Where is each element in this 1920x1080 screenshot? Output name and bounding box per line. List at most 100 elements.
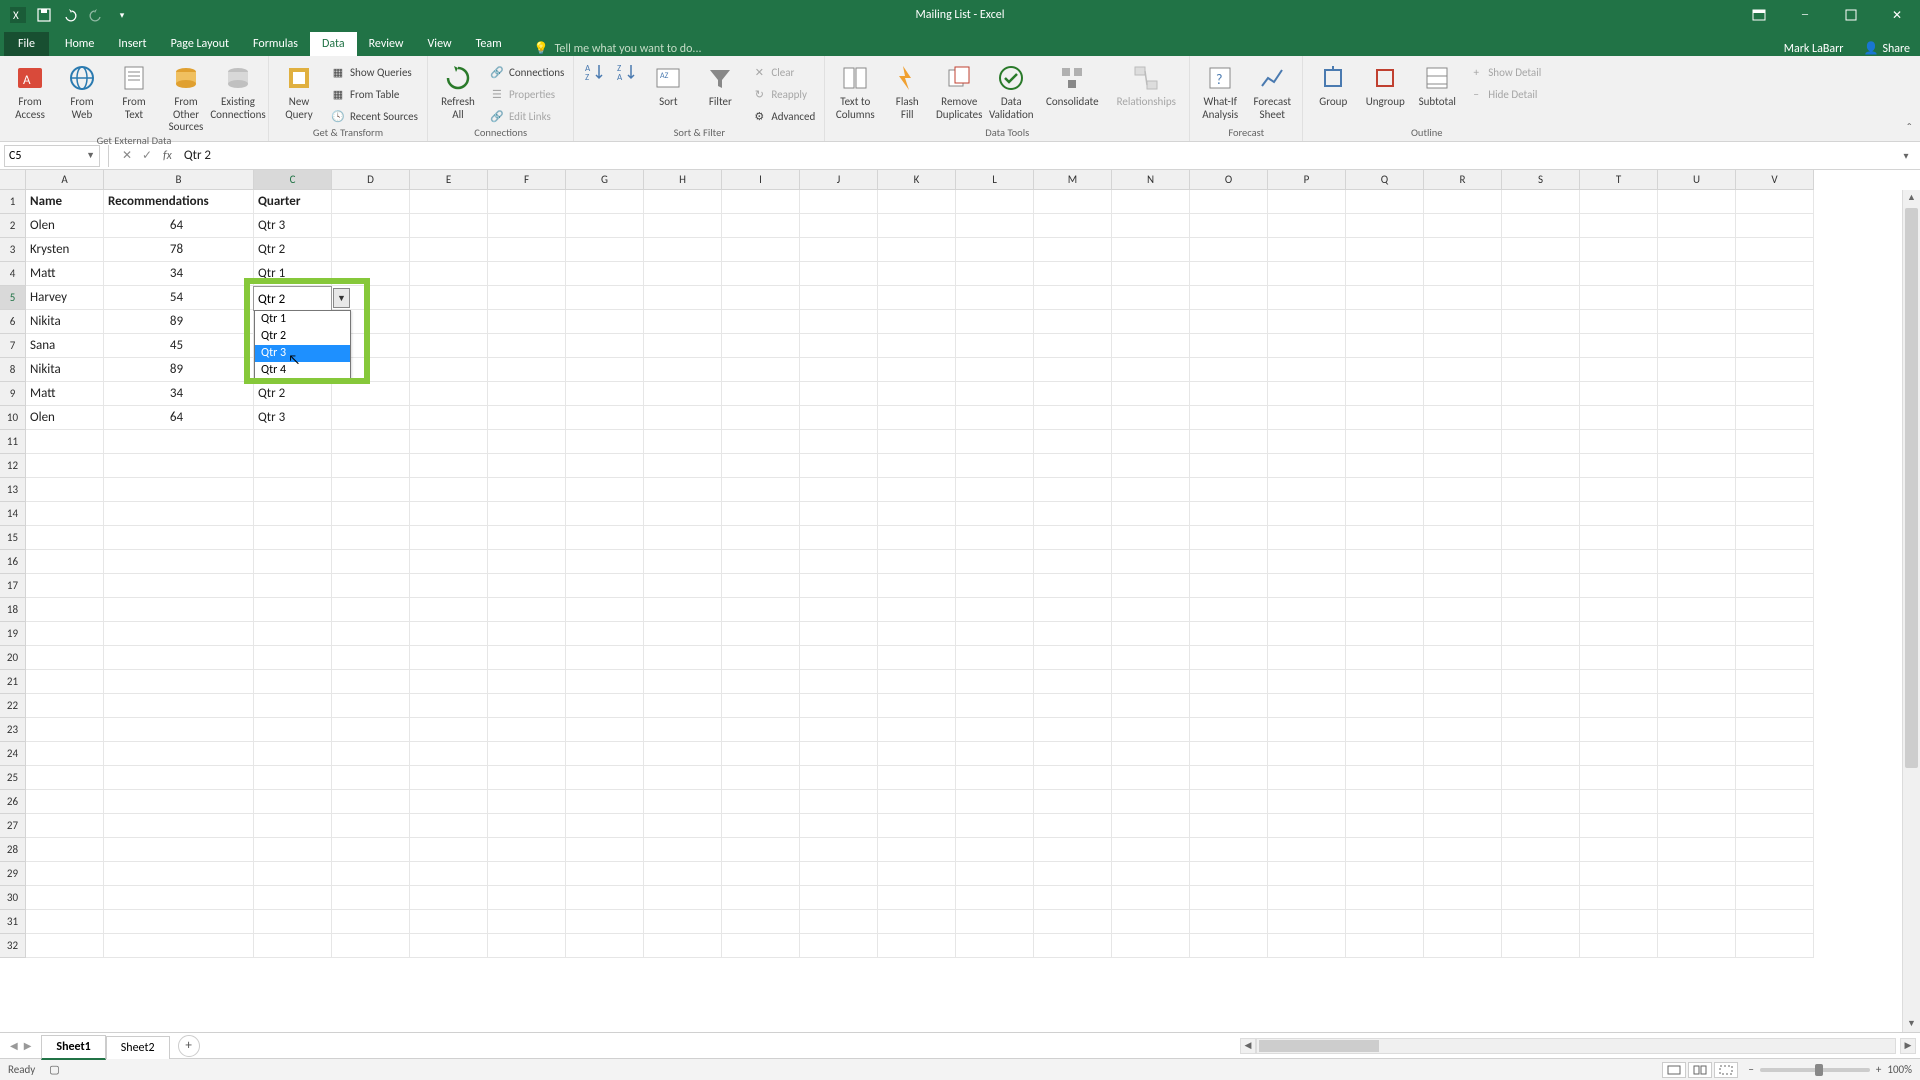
cell[interactable] xyxy=(1502,598,1580,622)
page-break-view-button[interactable] xyxy=(1714,1062,1738,1078)
cell[interactable] xyxy=(1268,742,1346,766)
cell[interactable] xyxy=(488,334,566,358)
cell[interactable] xyxy=(800,526,878,550)
row-header[interactable]: 14 xyxy=(0,502,26,526)
cell[interactable] xyxy=(410,214,488,238)
horizontal-scroll-thumb[interactable] xyxy=(1259,1040,1379,1052)
cell[interactable] xyxy=(1112,478,1190,502)
cell[interactable] xyxy=(254,694,332,718)
cell[interactable] xyxy=(1658,406,1736,430)
cell[interactable] xyxy=(488,934,566,958)
column-header[interactable]: T xyxy=(1580,170,1658,190)
cell[interactable] xyxy=(1346,862,1424,886)
from-other-sources-button[interactable]: From Other Sources xyxy=(162,60,210,134)
cell[interactable] xyxy=(1424,718,1502,742)
row-header[interactable]: 5 xyxy=(0,286,26,310)
cell[interactable] xyxy=(410,934,488,958)
cell[interactable] xyxy=(1736,622,1814,646)
cell[interactable] xyxy=(1112,814,1190,838)
what-if-button[interactable]: ?What-If Analysis xyxy=(1196,60,1244,121)
column-header[interactable]: G xyxy=(566,170,644,190)
cell[interactable] xyxy=(488,406,566,430)
cell[interactable] xyxy=(1736,262,1814,286)
cell[interactable] xyxy=(1736,742,1814,766)
cell[interactable] xyxy=(722,190,800,214)
cell[interactable] xyxy=(722,718,800,742)
cell[interactable] xyxy=(1502,310,1580,334)
cell[interactable] xyxy=(1424,910,1502,934)
ribbon-display-options-icon[interactable] xyxy=(1736,0,1782,30)
cell[interactable] xyxy=(410,550,488,574)
sort-desc-button[interactable]: ZA xyxy=(612,60,640,84)
row-header[interactable]: 13 xyxy=(0,478,26,502)
cell[interactable] xyxy=(878,814,956,838)
cell[interactable] xyxy=(410,622,488,646)
cell[interactable] xyxy=(1580,718,1658,742)
cell[interactable] xyxy=(1268,502,1346,526)
cell[interactable] xyxy=(1034,454,1112,478)
cell[interactable] xyxy=(722,286,800,310)
cell[interactable]: Qtr 2 xyxy=(254,238,332,262)
cell[interactable] xyxy=(1424,598,1502,622)
cell[interactable] xyxy=(1112,862,1190,886)
cell[interactable] xyxy=(1034,238,1112,262)
cell[interactable] xyxy=(956,454,1034,478)
cell[interactable] xyxy=(800,454,878,478)
cell[interactable] xyxy=(1424,502,1502,526)
cell[interactable] xyxy=(1346,550,1424,574)
cell[interactable] xyxy=(1190,790,1268,814)
column-header[interactable]: Q xyxy=(1346,170,1424,190)
cell[interactable] xyxy=(1346,886,1424,910)
cell[interactable] xyxy=(722,598,800,622)
cell[interactable] xyxy=(332,862,410,886)
cell[interactable] xyxy=(488,694,566,718)
cell[interactable] xyxy=(722,814,800,838)
cell[interactable] xyxy=(566,886,644,910)
tab-team[interactable]: Team xyxy=(464,32,514,56)
cell[interactable] xyxy=(410,190,488,214)
cell[interactable] xyxy=(644,214,722,238)
cell[interactable] xyxy=(410,910,488,934)
cell[interactable] xyxy=(644,238,722,262)
cell[interactable] xyxy=(1658,526,1736,550)
cell[interactable] xyxy=(566,406,644,430)
column-header[interactable]: H xyxy=(644,170,722,190)
cell[interactable] xyxy=(1034,766,1112,790)
cell[interactable] xyxy=(1034,838,1112,862)
cell[interactable] xyxy=(1580,358,1658,382)
cell[interactable] xyxy=(1112,886,1190,910)
cell[interactable] xyxy=(1502,646,1580,670)
cell[interactable] xyxy=(1424,646,1502,670)
cell[interactable] xyxy=(1424,838,1502,862)
cell[interactable] xyxy=(722,406,800,430)
cell[interactable] xyxy=(332,406,410,430)
cell[interactable] xyxy=(1190,310,1268,334)
cell[interactable] xyxy=(878,550,956,574)
cell[interactable] xyxy=(488,814,566,838)
cell[interactable] xyxy=(254,550,332,574)
cell[interactable] xyxy=(722,622,800,646)
cell[interactable] xyxy=(1034,286,1112,310)
cell[interactable] xyxy=(1034,310,1112,334)
cell[interactable] xyxy=(878,670,956,694)
sheet-nav[interactable]: ◀▶ xyxy=(0,1039,41,1052)
cell[interactable] xyxy=(878,526,956,550)
cell[interactable] xyxy=(254,646,332,670)
cell[interactable] xyxy=(254,934,332,958)
cell[interactable] xyxy=(800,790,878,814)
row-header[interactable]: 16 xyxy=(0,550,26,574)
cell[interactable] xyxy=(1424,550,1502,574)
cell[interactable] xyxy=(1502,862,1580,886)
row-header[interactable]: 20 xyxy=(0,646,26,670)
cell[interactable] xyxy=(410,766,488,790)
column-header[interactable]: S xyxy=(1502,170,1580,190)
cell[interactable] xyxy=(1424,358,1502,382)
cell[interactable] xyxy=(1580,574,1658,598)
cell[interactable] xyxy=(1034,430,1112,454)
cell[interactable] xyxy=(254,478,332,502)
tab-view[interactable]: View xyxy=(416,32,464,56)
cell[interactable] xyxy=(722,454,800,478)
cell[interactable] xyxy=(722,694,800,718)
cell[interactable] xyxy=(1580,382,1658,406)
row-header[interactable]: 26 xyxy=(0,790,26,814)
